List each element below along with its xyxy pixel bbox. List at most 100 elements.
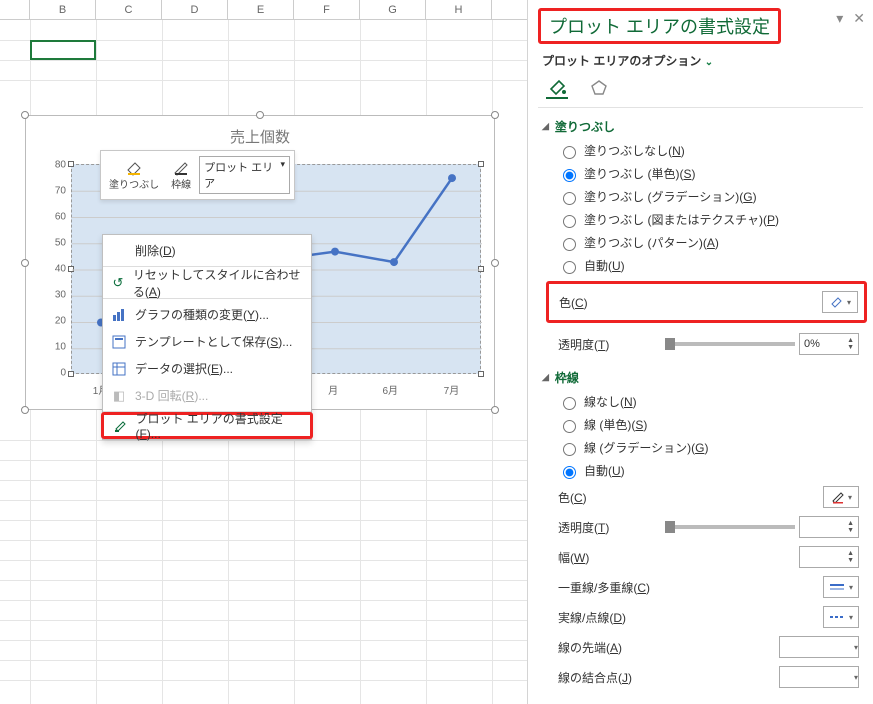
outline-compound-picker[interactable]: ▾ — [823, 576, 859, 598]
outline-compound-label: 一重線/多重線(C) — [558, 579, 650, 596]
resize-handle-n[interactable] — [256, 111, 264, 119]
mini-element-dropdown[interactable]: プロット エリア ▾ — [199, 156, 290, 194]
fill-picture-radio[interactable]: 塗りつぶし (図またはテクスチャ)(P) — [554, 208, 859, 231]
col-header-g[interactable]: G — [360, 0, 426, 19]
chevron-down-icon: ▾ — [854, 643, 858, 652]
pane-title: プロット エリアの書式設定 — [538, 8, 781, 44]
outline-auto-radio[interactable]: 自動(U) — [554, 459, 859, 482]
col-header-d[interactable]: D — [162, 0, 228, 19]
fill-transparency-value: 0% — [804, 338, 820, 350]
resize-handle-ne[interactable] — [491, 111, 499, 119]
format-category-tabs — [528, 73, 873, 107]
reset-icon: ↺ — [111, 275, 125, 291]
resize-handle-nw[interactable] — [21, 111, 29, 119]
ctx-delete[interactable]: 削除(D) — [103, 237, 311, 264]
outline-section-label: 枠線 — [555, 369, 579, 386]
outline-gradient-radio[interactable]: 線 (グラデーション)(G) — [554, 436, 859, 459]
blank-icon — [111, 243, 127, 259]
col-header-h[interactable]: H — [426, 0, 492, 19]
divider — [538, 107, 863, 108]
chevron-down-icon: ▾ — [280, 159, 285, 191]
pen-icon — [830, 490, 844, 504]
mini-outline-button[interactable]: 枠線 — [167, 158, 195, 193]
active-cell[interactable] — [30, 40, 96, 60]
ctx-change-type[interactable]: グラフの種類の変更(Y)... — [103, 301, 311, 328]
outline-color-picker[interactable]: ▾ — [823, 486, 859, 508]
y-tick: 60 — [44, 212, 66, 223]
paint-bucket-icon — [547, 77, 567, 97]
outline-cap-picker[interactable]: ▾ — [779, 636, 859, 658]
pen-icon — [172, 160, 190, 176]
spinner-icon[interactable]: ▲▼ — [847, 550, 854, 564]
x-tick: 7月 — [444, 382, 460, 397]
fill-pattern-radio[interactable]: 塗りつぶし (パターン)(A) — [554, 231, 859, 254]
col-header-f[interactable]: F — [294, 0, 360, 19]
ctx-save-template-label: テンプレートとして保存(S)... — [135, 333, 292, 350]
tab-effects[interactable] — [588, 77, 610, 99]
y-tick: 50 — [44, 238, 66, 249]
chevron-down-icon: ⌄ — [705, 57, 713, 68]
spinner-icon[interactable]: ▲▼ — [847, 520, 854, 534]
outline-join-picker[interactable]: ▾ — [779, 666, 859, 688]
tab-fill-line[interactable] — [546, 77, 568, 99]
fill-section-header[interactable]: ◢ 塗りつぶし — [528, 114, 873, 139]
chevron-down-icon: ▾ — [847, 298, 851, 307]
pane-close-button[interactable]: ✕ — [853, 10, 865, 27]
outline-dash-picker[interactable]: ▾ — [823, 606, 859, 628]
fill-section-label: 塗りつぶし — [555, 118, 615, 135]
column-headers: B C D E F G H — [0, 0, 527, 20]
spinner-icon[interactable]: ▲▼ — [847, 337, 854, 351]
col-header-e[interactable]: E — [228, 0, 294, 19]
outline-transparency-slider[interactable] — [665, 525, 795, 529]
pane-subtitle-row[interactable]: プロット エリアのオプション ⌄ — [528, 48, 873, 73]
col-header-b[interactable]: B — [30, 0, 96, 19]
select-data-icon — [111, 361, 127, 377]
col-header-blank[interactable] — [0, 0, 30, 19]
ctx-3d-rotation-label: 3-D 回転(R)... — [135, 387, 208, 404]
ctx-select-data-label: データの選択(E)... — [135, 360, 233, 377]
outline-section-header[interactable]: ◢ 枠線 — [528, 365, 873, 390]
outline-transparency-input[interactable]: ▲▼ — [799, 516, 859, 538]
fill-solid-radio[interactable]: 塗りつぶし (単色)(S) — [554, 162, 859, 185]
resize-handle-se[interactable] — [491, 406, 499, 414]
ctx-3d-rotation: ◧ 3-D 回転(R)... — [103, 382, 311, 409]
resize-handle-sw[interactable] — [21, 406, 29, 414]
mini-fill-button[interactable]: 塗りつぶし — [105, 158, 163, 193]
fill-color-picker[interactable]: ▾ — [822, 291, 858, 313]
fill-gradient-radio[interactable]: 塗りつぶし (グラデーション)(G) — [554, 185, 859, 208]
ctx-select-data[interactable]: データの選択(E)... — [103, 355, 311, 382]
outline-width-input[interactable]: ▲▼ — [799, 546, 859, 568]
outline-width-label: 幅(W) — [558, 549, 589, 566]
format-pane: プロット エリアの書式設定 ▾ ✕ プロット エリアのオプション ⌄ ◢ 塗りつ… — [527, 0, 873, 704]
fill-transparency-label: 透明度(T) — [558, 336, 609, 353]
fill-transparency-slider[interactable] — [665, 342, 795, 346]
fill-none-radio[interactable]: 塗りつぶしなし(N) — [554, 139, 859, 162]
col-header-c[interactable]: C — [96, 0, 162, 19]
y-tick: 0 — [44, 368, 66, 379]
resize-handle-w[interactable] — [21, 259, 29, 267]
ctx-change-type-label: グラフの種類の変更(Y)... — [135, 306, 269, 323]
outline-solid-radio[interactable]: 線 (単色)(S) — [554, 413, 859, 436]
resize-handle-e[interactable] — [491, 259, 499, 267]
ctx-save-template[interactable]: テンプレートとして保存(S)... — [103, 328, 311, 355]
mini-toolbar: 塗りつぶし 枠線 プロット エリア ▾ — [100, 150, 295, 200]
outline-dash-label: 実線/点線(D) — [558, 609, 626, 626]
format-icon — [112, 418, 127, 434]
pane-options-button[interactable]: ▾ — [836, 10, 843, 27]
x-tick: 月 — [328, 382, 338, 397]
ctx-reset-label: リセットしてスタイルに合わせる(A) — [133, 266, 303, 300]
chevron-down-icon: ▾ — [849, 583, 853, 592]
y-tick: 70 — [44, 186, 66, 197]
outline-none-radio[interactable]: 線なし(N) — [554, 390, 859, 413]
ctx-reset[interactable]: ↺ リセットしてスタイルに合わせる(A) — [103, 269, 311, 296]
y-tick: 30 — [44, 290, 66, 301]
outline-join-label: 線の結合点(J) — [558, 669, 632, 686]
ctx-delete-label: 削除(D) — [135, 242, 176, 259]
collapse-icon: ◢ — [542, 121, 549, 132]
fill-transparency-input[interactable]: 0% ▲▼ — [799, 333, 859, 355]
chart-title[interactable]: 売上個数 — [26, 116, 494, 151]
ctx-format-plot-area[interactable]: プロット エリアの書式設定(F)... — [101, 412, 313, 439]
fill-auto-radio[interactable]: 自動(U) — [554, 254, 859, 277]
context-menu: 削除(D) ↺ リセットしてスタイルに合わせる(A) グラフの種類の変更(Y).… — [102, 234, 312, 440]
x-tick: 6月 — [382, 382, 398, 397]
